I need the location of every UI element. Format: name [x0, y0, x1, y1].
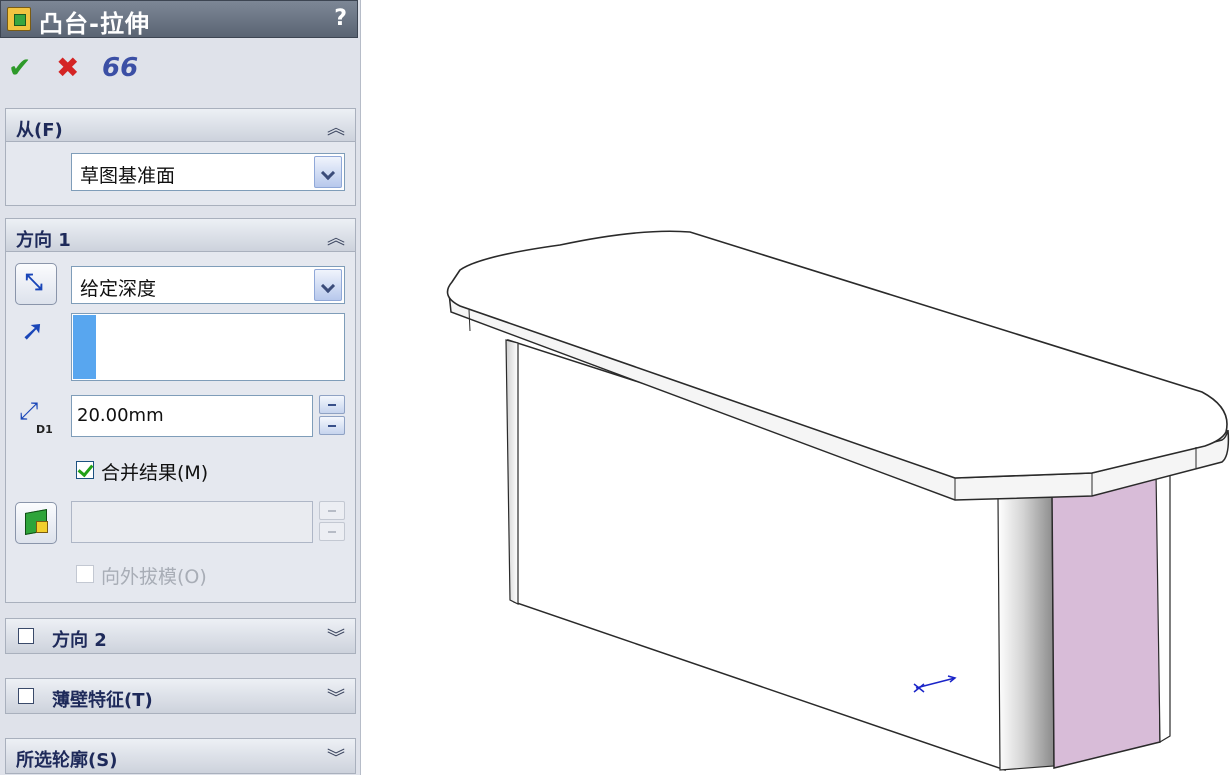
- direction1-group: 方向 1 ︽ ⤡ 给定深度 ➚ ⤢ D1 20.00mm 合并结果(M) 向外拔…: [5, 218, 356, 603]
- expand-chevron-icon[interactable]: ︾: [327, 744, 345, 770]
- collapse-chevron-icon[interactable]: ︽: [327, 114, 345, 140]
- model-view[interactable]: [361, 0, 1230, 775]
- boss-extrude-icon: [7, 7, 31, 31]
- title-bar: 凸台-拉伸 ?: [0, 0, 358, 38]
- panel-title: 凸台-拉伸: [39, 10, 150, 38]
- direction1-group-title: 方向 1: [16, 230, 71, 251]
- draft-angle-spinner[interactable]: [319, 501, 345, 543]
- end-condition-value: 给定深度: [80, 278, 157, 300]
- draft-outward-checkbox[interactable]: [76, 565, 94, 583]
- extrude-end-face: [1051, 469, 1161, 769]
- direction-selection-box[interactable]: [71, 313, 345, 381]
- selection-highlight: [73, 315, 96, 379]
- direction2-group-title: 方向 2: [52, 630, 107, 651]
- merge-result-checkbox[interactable]: [76, 461, 94, 479]
- action-row: ✔ ✖ 66: [0, 48, 360, 88]
- thin-feature-group-title: 薄壁特征(T): [52, 690, 153, 711]
- spin-up-button[interactable]: [319, 395, 345, 414]
- reverse-direction-button[interactable]: ⤡: [15, 263, 57, 305]
- selected-contours-group-header[interactable]: 所选轮廓(S) ︾: [6, 739, 355, 773]
- depth-d1-label: D1: [36, 423, 53, 436]
- cancel-x-icon[interactable]: ✖: [56, 52, 79, 84]
- selected-contours-group: 所选轮廓(S) ︾: [5, 738, 356, 774]
- ok-check-icon[interactable]: ✔: [8, 52, 31, 84]
- draft-angle-input[interactable]: [71, 501, 313, 543]
- thin-feature-group-header[interactable]: 薄壁特征(T) ︾: [6, 679, 355, 713]
- property-manager: 凸台-拉伸 ? ✔ ✖ 66 从(F) ︽ 草图基准面 方向 1 ︽ ⤡ 给定深…: [0, 0, 361, 775]
- from-group-header[interactable]: 从(F) ︽: [6, 109, 355, 142]
- merge-result-label: 合并结果(M): [101, 462, 209, 484]
- direction1-group-header[interactable]: 方向 1 ︽: [6, 219, 355, 252]
- spin-down-button[interactable]: [319, 522, 345, 541]
- depth-input[interactable]: 20.00mm: [71, 395, 313, 437]
- detailed-preview-icon[interactable]: 66: [102, 52, 138, 84]
- direction-vector-icon: ➚: [21, 314, 45, 347]
- extrude-left-edge: [505, 339, 519, 605]
- depth-value: 20.00mm: [77, 405, 164, 426]
- collapse-chevron-icon[interactable]: ︽: [327, 224, 345, 250]
- draft-outward-label: 向外拔模(O): [101, 566, 207, 588]
- expand-chevron-icon[interactable]: ︾: [327, 684, 345, 710]
- thin-feature-group: 薄壁特征(T) ︾: [5, 678, 356, 714]
- from-dropdown-value: 草图基准面: [80, 165, 176, 187]
- extrude-rounded-corner: [997, 492, 1055, 771]
- from-dropdown[interactable]: 草图基准面: [71, 153, 345, 191]
- from-group-title: 从(F): [16, 120, 63, 141]
- direction2-group: 方向 2 ︾: [5, 618, 356, 654]
- spin-up-button[interactable]: [319, 501, 345, 520]
- reverse-direction-icon: ⤡: [25, 270, 43, 295]
- dropdown-arrow-icon[interactable]: [314, 269, 342, 301]
- depth-dimension-icon: ⤢: [19, 397, 39, 425]
- end-condition-dropdown[interactable]: 给定深度: [71, 266, 345, 304]
- direction2-group-header[interactable]: 方向 2 ︾: [6, 619, 355, 653]
- selected-contours-group-title: 所选轮廓(S): [16, 750, 118, 771]
- thin-feature-checkbox[interactable]: [18, 688, 34, 704]
- draft-cube-face-icon: [36, 521, 48, 533]
- draft-toggle-button[interactable]: [15, 502, 57, 544]
- depth-spinner[interactable]: [319, 395, 345, 437]
- graphics-area[interactable]: [361, 0, 1230, 775]
- from-group: 从(F) ︽ 草图基准面: [5, 108, 356, 206]
- expand-chevron-icon[interactable]: ︾: [327, 624, 345, 650]
- spin-down-button[interactable]: [319, 416, 345, 435]
- dropdown-arrow-icon[interactable]: [314, 156, 342, 188]
- help-button[interactable]: ?: [334, 6, 347, 31]
- direction2-checkbox[interactable]: [18, 628, 34, 644]
